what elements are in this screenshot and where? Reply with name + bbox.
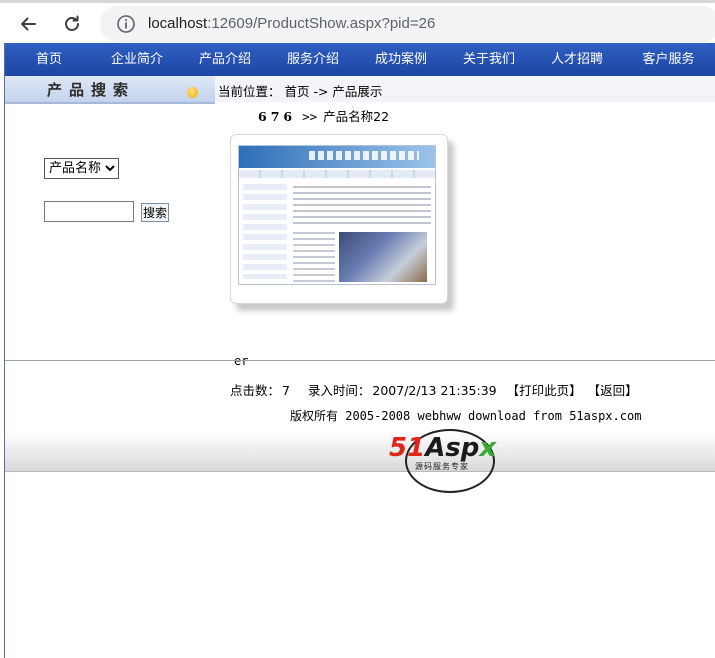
product-image <box>238 145 436 285</box>
nav-item-company-intro[interactable]: 企业简介 <box>93 43 181 76</box>
back-link[interactable]: 【返回】 <box>588 383 638 398</box>
thumb-banner <box>239 146 435 168</box>
nav-item-services[interactable]: 服务介绍 <box>269 43 357 76</box>
copyright-text: 版权所有 2005-2008 webhww download from 51as… <box>290 409 642 423</box>
browser-toolbar: localhost:12609/ProductShow.aspx?pid=26 <box>0 0 715 46</box>
logo-51: 51 <box>389 433 426 463</box>
thumb-text-block <box>293 186 431 226</box>
nav-item-products[interactable]: 产品介绍 <box>181 43 269 76</box>
product-detail: 当前位置： 首页 -> 产品展示 676 >> 产品名称22 er 点击数： 7 录入… <box>215 76 715 398</box>
product-meta: 点击数： 7 录入时间： 2007/2/13 21:35:39 【打印此页】 【返回… <box>230 380 640 399</box>
product-search-sidebar: 产品搜索 产品名称 搜索 <box>5 76 215 361</box>
product-title-line: 676 >> 产品名称22 <box>258 106 389 125</box>
breadcrumb: 当前位置： 首页 -> 产品展示 <box>215 76 715 102</box>
time-value: 2007/2/13 21:35:39 <box>372 383 497 398</box>
nav-item-about[interactable]: 关于我们 <box>445 43 533 76</box>
thumb-photo <box>339 232 427 282</box>
info-icon[interactable] <box>116 14 136 34</box>
logo-tagline: 源码服务专家 <box>415 462 469 471</box>
product-description: er <box>234 354 249 368</box>
logo-x: x <box>479 433 497 463</box>
browser-top-border <box>0 0 715 3</box>
product-name: 产品名称22 <box>323 109 390 124</box>
site-logo[interactable]: 51Aspx 源码服务专家 <box>387 429 517 495</box>
url-path: :12609/ProductShow.aspx?pid=26 <box>207 15 436 32</box>
sidebar-title: 产品搜索 <box>47 81 136 99</box>
back-button[interactable] <box>14 10 42 38</box>
thumb-text-block-2 <box>293 232 335 282</box>
website-frame: 首页 企业简介 产品介绍 服务介绍 成功案例 关于我们 人才招聘 客户服务 产品… <box>4 43 715 658</box>
search-field-select[interactable]: 产品名称 <box>44 158 119 179</box>
logo-asp: Asp <box>425 433 480 463</box>
thumb-sidebar <box>243 184 287 279</box>
product-separator: >> <box>302 109 318 124</box>
url-text[interactable]: localhost:12609/ProductShow.aspx?pid=26 <box>148 15 435 32</box>
nav-item-recruitment[interactable]: 人才招聘 <box>533 43 621 76</box>
clicks-label: 点击数： <box>230 383 281 398</box>
nav-item-customer-service[interactable]: 客户服务 <box>621 43 715 76</box>
address-bar[interactable]: localhost:12609/ProductShow.aspx?pid=26 <box>100 6 715 42</box>
print-page-link[interactable]: 【打印此页】 <box>507 383 582 398</box>
bullet-icon <box>187 87 198 98</box>
footer-band <box>5 431 715 471</box>
nav-item-cases[interactable]: 成功案例 <box>357 43 445 76</box>
product-image-frame <box>230 134 448 304</box>
top-navigation: 首页 企业简介 产品介绍 服务介绍 成功案例 关于我们 人才招聘 客户服务 <box>5 43 715 76</box>
reload-button[interactable] <box>58 10 86 38</box>
breadcrumb-label: 当前位置： <box>218 84 281 99</box>
thumb-menu <box>239 170 435 178</box>
reload-icon <box>65 15 79 31</box>
nav-item-home[interactable]: 首页 <box>5 43 93 76</box>
logo-wordmark: 51Aspx <box>389 433 496 463</box>
breadcrumb-text: 当前位置： 首页 -> 产品展示 <box>218 81 382 100</box>
arrow-left-icon <box>21 17 36 31</box>
search-input[interactable] <box>44 201 134 222</box>
sidebar-header: 产品搜索 <box>5 76 215 104</box>
breadcrumb-path: 首页 -> 产品展示 <box>284 84 383 99</box>
clicks-value: 7 <box>282 383 290 398</box>
url-host: localhost <box>148 15 208 32</box>
thumb-banner-text <box>309 151 419 160</box>
time-label: 录入时间： <box>307 383 371 398</box>
search-button[interactable]: 搜索 <box>141 203 170 222</box>
footer-divider <box>5 471 715 472</box>
content-divider <box>5 360 715 361</box>
product-id: 676 <box>258 109 297 124</box>
